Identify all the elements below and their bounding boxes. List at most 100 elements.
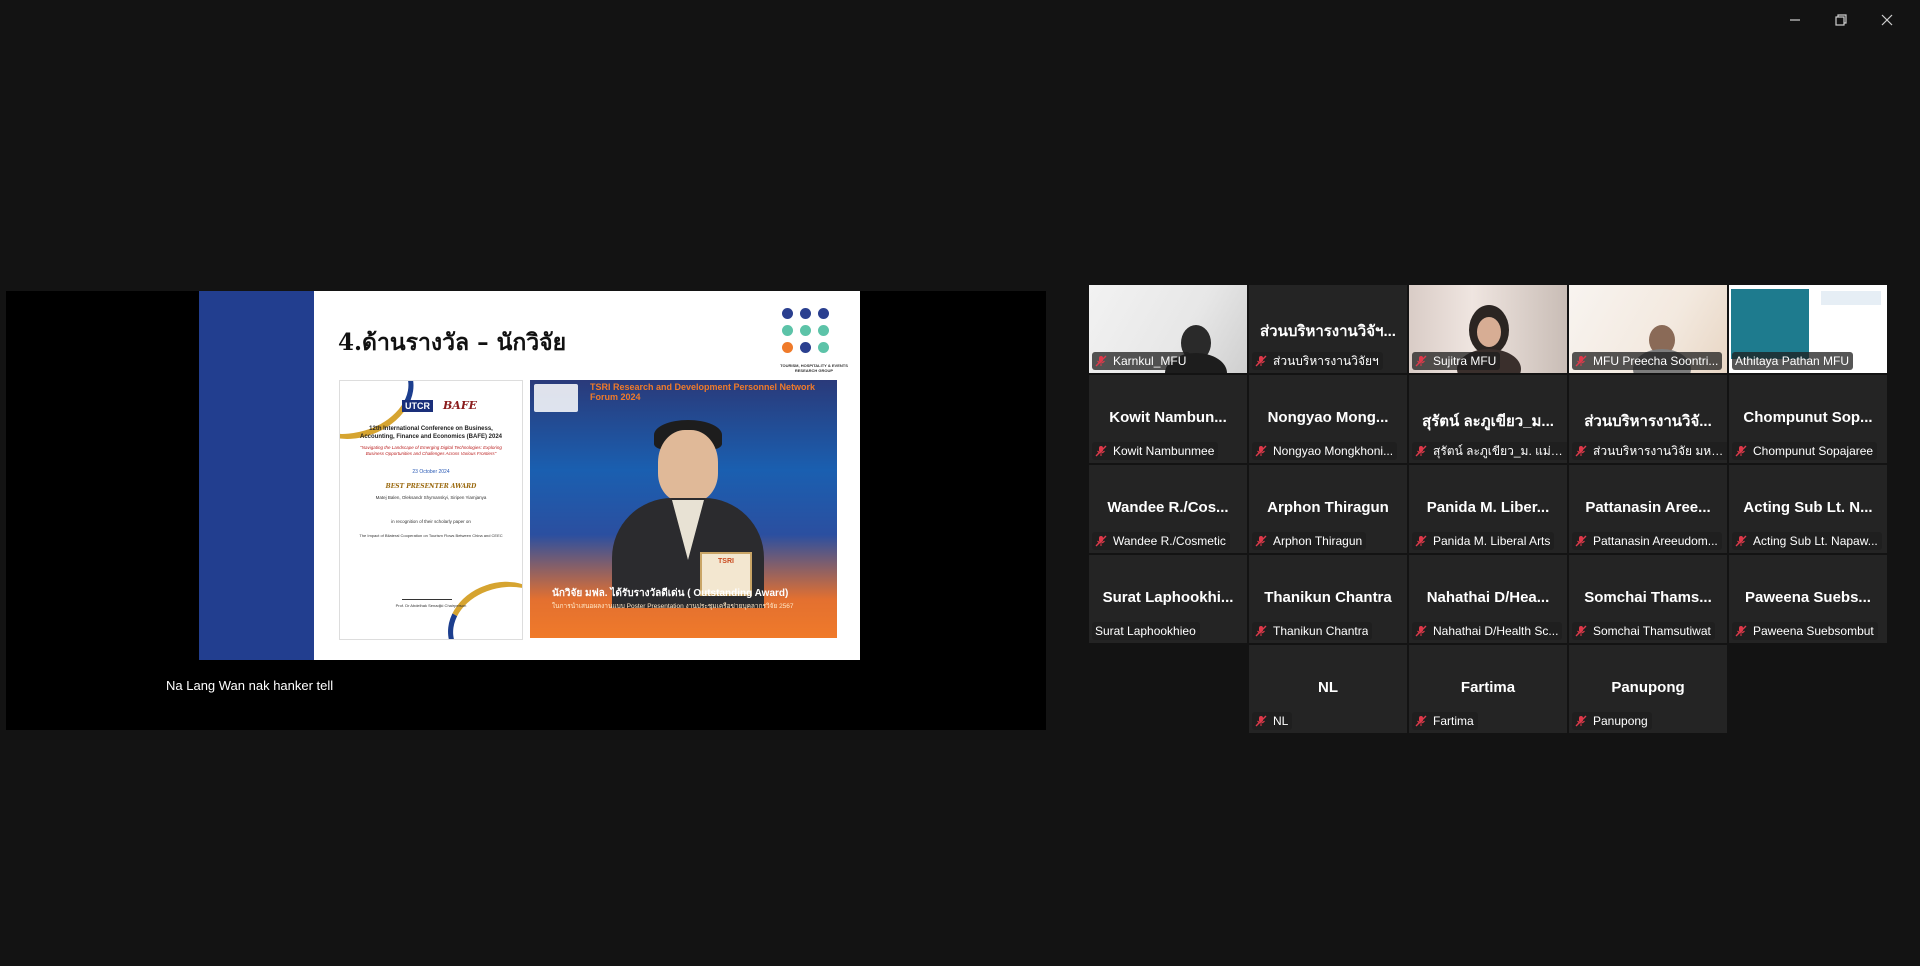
participant-tile[interactable]: Panida M. Liber... Panida M. Liberal Arts	[1409, 465, 1567, 553]
participant-name: Thanikun Chantra	[1273, 624, 1369, 638]
participant-tile[interactable]: Somchai Thams... Somchai Thamsutiwat	[1569, 555, 1727, 643]
participant-name-label: Athitaya Pathan MFU	[1732, 352, 1854, 370]
participant-name-large: ส่วนบริหารงานวิจั...	[1584, 413, 1712, 430]
certificate-conference: 12th International Conference on Busines…	[359, 426, 503, 440]
participant-name: Acting Sub Lt. Napaw...	[1753, 534, 1878, 548]
participant-name-label: Thanikun Chantra	[1252, 622, 1373, 640]
close-button[interactable]	[1864, 6, 1910, 34]
award-photo: TSRI Research and Development Personnel …	[530, 380, 837, 638]
participant-name-large: NL	[1318, 679, 1338, 696]
participant-name-label: Surat Laphookhieo	[1092, 622, 1200, 640]
participant-name-label: Panida M. Liberal Arts	[1412, 532, 1555, 550]
participant-name: Arphon Thiragun	[1273, 534, 1363, 548]
participant-tile[interactable]: Paweena Suebs... Paweena Suebsombut	[1729, 555, 1887, 643]
participant-name: Pattanasin Areeudom...	[1593, 534, 1718, 548]
participant-name-label: Pattanasin Areeudom...	[1572, 532, 1722, 550]
participant-name: Surat Laphookhieo	[1095, 624, 1196, 638]
participant-name-large: Nongyao Mong...	[1267, 409, 1389, 426]
participant-tile[interactable]: สุรัตน์ ละภูเขียว_ม... สุรัตน์ ละภูเขียว_…	[1409, 375, 1567, 463]
participant-name-label: Paweena Suebsombut	[1732, 622, 1878, 640]
certificate-theme: "Navigating the Landscape of Emerging Di…	[360, 445, 502, 456]
photo-caption: นักวิจัย มฟล. ได้รับรางวัลดีเด่น ( Outst…	[552, 588, 789, 599]
participant-tile[interactable]: Nahathai D/Hea... Nahathai D/Health Sc...	[1409, 555, 1567, 643]
participant-name-large: Arphon Thiragun	[1267, 499, 1389, 516]
participant-name: NL	[1273, 714, 1289, 728]
certificate-date: 23 October 2024	[412, 469, 450, 475]
participant-tile[interactable]: Sujitra MFU	[1409, 285, 1567, 373]
participant-tile[interactable]: Wandee R./Cos... Wandee R./Cosmetic	[1089, 465, 1247, 553]
participant-tile[interactable]: Arphon Thiragun Arphon Thiragun	[1249, 465, 1407, 553]
certificate-recognition: in recognition of their scholarly paper …	[391, 519, 471, 524]
restore-button[interactable]	[1818, 6, 1864, 34]
participant-name: ส่วนบริหารงานวิจัย มหาวิ...	[1593, 443, 1725, 458]
participant-tile[interactable]: Fartima Fartima	[1409, 645, 1567, 733]
mic-muted-icon	[1575, 625, 1587, 637]
participant-name: สุรัตน์ ละภูเขียว_ม. แม่ฟ้า...	[1433, 443, 1565, 458]
participant-tile[interactable]: MFU Preecha Soontri...	[1569, 285, 1727, 373]
participant-name-label: Panupong	[1572, 712, 1652, 730]
participant-name-label: ส่วนบริหารงานวิจัย มหาวิ...	[1572, 442, 1727, 460]
participant-name-large: Pattanasin Aree...	[1585, 499, 1711, 516]
participant-tile[interactable]: Panupong Panupong	[1569, 645, 1727, 733]
mic-muted-icon	[1255, 355, 1267, 367]
certificate-logos: UTCR BAFE	[402, 399, 477, 412]
photo-header: TSRI Research and Development Personnel …	[590, 382, 816, 402]
participant-name-label: สุรัตน์ ละภูเขียว_ม. แม่ฟ้า...	[1412, 442, 1567, 460]
participant-name-large: Panida M. Liber...	[1426, 499, 1550, 516]
mic-muted-icon	[1255, 625, 1267, 637]
participant-name-large: Kowit Nambun...	[1109, 409, 1227, 426]
participant-name-label: Arphon Thiragun	[1252, 532, 1367, 550]
mic-muted-icon	[1735, 535, 1747, 547]
participant-name: ส่วนบริหารงานวิจัยฯ	[1273, 353, 1379, 368]
mic-muted-icon	[1255, 535, 1267, 547]
participant-tile[interactable]: Karnkul_MFU	[1089, 285, 1247, 373]
group-logo-dots	[782, 308, 830, 353]
participant-name-label: ส่วนบริหารงานวิจัยฯ	[1252, 352, 1383, 370]
participant-tile[interactable]: ส่วนบริหารงานวิจัฯ... ส่วนบริหารงานวิจัยฯ	[1249, 285, 1407, 373]
participant-name-large: Chompunut Sop...	[1743, 409, 1873, 426]
participant-name: Wandee R./Cosmetic	[1113, 534, 1226, 548]
participant-name-label: Fartima	[1412, 712, 1478, 730]
participant-name: Athitaya Pathan MFU	[1735, 354, 1850, 368]
certificate-image: UTCR BAFE 12th International Conference o…	[339, 380, 523, 640]
mic-muted-icon	[1095, 355, 1107, 367]
participant-tile[interactable]: Chompunut Sop... Chompunut Sopajaree	[1729, 375, 1887, 463]
shared-screen[interactable]: 4.ด้านรางวัล – นักวิจัย TOURISM, HOSPITA…	[6, 291, 1046, 730]
restore-icon	[1835, 14, 1847, 26]
participant-name: Kowit Nambunmee	[1113, 444, 1215, 458]
participant-tile[interactable]: Acting Sub Lt. N... Acting Sub Lt. Napaw.…	[1729, 465, 1887, 553]
participant-tile[interactable]: Kowit Nambun... Kowit Nambunmee	[1089, 375, 1247, 463]
slide-sidebar	[199, 291, 314, 660]
participant-name-label: NL	[1252, 712, 1293, 730]
window-controls	[1772, 6, 1910, 34]
mic-muted-icon	[1575, 715, 1587, 727]
participant-name-large: Acting Sub Lt. N...	[1743, 499, 1873, 516]
photo-caption-sub: ในการนำเสนอผลงานแบบ Poster Presentation …	[552, 603, 794, 610]
mic-muted-icon	[1255, 445, 1267, 457]
participant-name: Somchai Thamsutiwat	[1593, 624, 1711, 638]
participant-name-label: Karnkul_MFU	[1092, 352, 1191, 370]
participant-tile[interactable]: Nongyao Mong... Nongyao Mongkhoni...	[1249, 375, 1407, 463]
participant-tile[interactable]: NL NL	[1249, 645, 1407, 733]
minimize-button[interactable]	[1772, 6, 1818, 34]
participant-name-label: Sujitra MFU	[1412, 352, 1501, 370]
participant-name: Karnkul_MFU	[1113, 354, 1187, 368]
participant-name-large: Paweena Suebs...	[1745, 589, 1871, 606]
participant-name-label: Nahathai D/Health Sc...	[1412, 622, 1563, 640]
presentation-slide: 4.ด้านรางวัล – นักวิจัย TOURISM, HOSPITA…	[199, 291, 860, 660]
participant-name-large: Somchai Thams...	[1584, 589, 1712, 606]
participant-tile[interactable]: Surat Laphookhi... Surat Laphookhieo	[1089, 555, 1247, 643]
signature	[402, 581, 452, 600]
tsri-logo	[534, 384, 578, 412]
participant-tile[interactable]: ส่วนบริหารงานวิจั... ส่วนบริหารงานวิจัย ม…	[1569, 375, 1727, 463]
participant-name-large: Surat Laphookhi...	[1102, 589, 1234, 606]
mic-muted-icon	[1095, 535, 1107, 547]
participant-tile[interactable]: Thanikun Chantra Thanikun Chantra	[1249, 555, 1407, 643]
participant-tile[interactable]: Athitaya Pathan MFU	[1729, 285, 1887, 373]
participant-name-label: Somchai Thamsutiwat	[1572, 622, 1715, 640]
participant-name: Fartima	[1433, 714, 1474, 728]
participant-tile[interactable]: Pattanasin Aree... Pattanasin Areeudom...	[1569, 465, 1727, 553]
participant-name-large: ส่วนบริหารงานวิจัฯ...	[1260, 323, 1396, 340]
participant-name-label: Nongyao Mongkhoni...	[1252, 442, 1398, 460]
participant-name-large: สุรัตน์ ละภูเขียว_ม...	[1422, 413, 1554, 430]
